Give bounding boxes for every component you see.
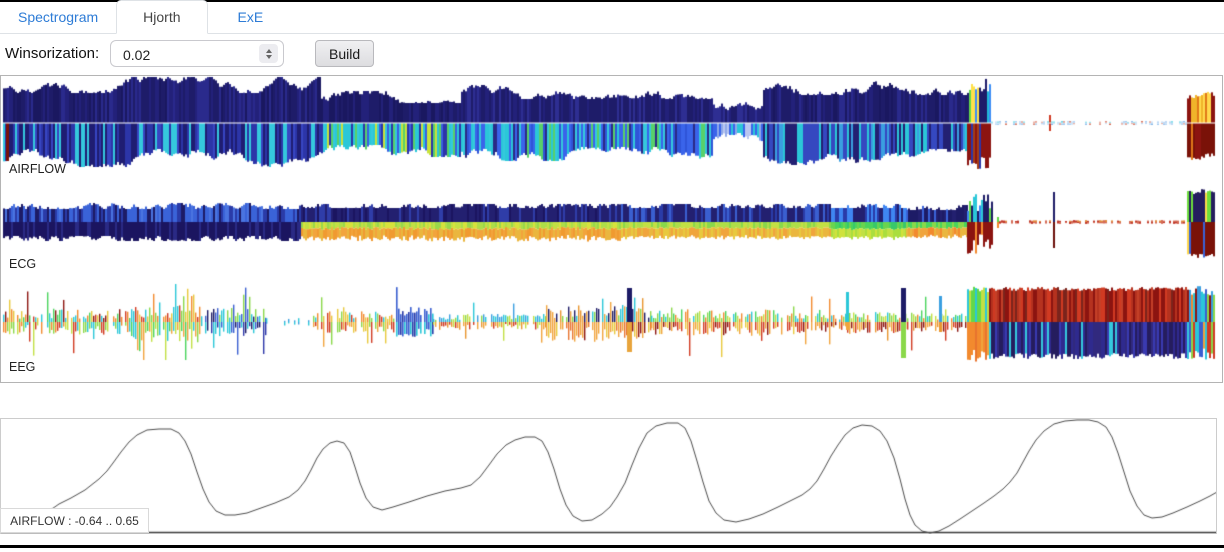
app-page: Spectrogram Hjorth ExE Winsorization: Bu… bbox=[0, 0, 1224, 552]
tab-exe[interactable]: ExE bbox=[208, 1, 294, 33]
waveform-canvas[interactable] bbox=[1, 419, 1216, 534]
winsorization-field bbox=[110, 40, 284, 67]
signal-label-eeg: EEG bbox=[9, 360, 35, 374]
waveform-panel: AIRFLOW : -0.64 .. 0.65 bbox=[0, 418, 1217, 534]
spectrogram-canvas[interactable] bbox=[1, 76, 1222, 382]
winsorization-stepper[interactable] bbox=[259, 44, 278, 63]
stepper-up-icon[interactable] bbox=[266, 49, 272, 53]
winsorization-input[interactable] bbox=[121, 42, 255, 67]
winsorization-label: Winsorization: bbox=[5, 45, 99, 62]
build-button[interactable]: Build bbox=[315, 40, 374, 67]
spectrogram-panel: AIRFLOW ECG EEG bbox=[0, 75, 1223, 383]
tab-bar: Spectrogram Hjorth ExE bbox=[0, 2, 1224, 34]
tab-hjorth[interactable]: Hjorth bbox=[116, 0, 207, 34]
signal-label-airflow: AIRFLOW bbox=[9, 162, 66, 176]
window-bottom-edge bbox=[0, 545, 1224, 548]
stepper-down-icon[interactable] bbox=[266, 55, 272, 59]
signal-label-ecg: ECG bbox=[9, 257, 36, 271]
tab-spectrogram[interactable]: Spectrogram bbox=[0, 1, 116, 33]
waveform-range-badge: AIRFLOW : -0.64 .. 0.65 bbox=[0, 508, 149, 533]
